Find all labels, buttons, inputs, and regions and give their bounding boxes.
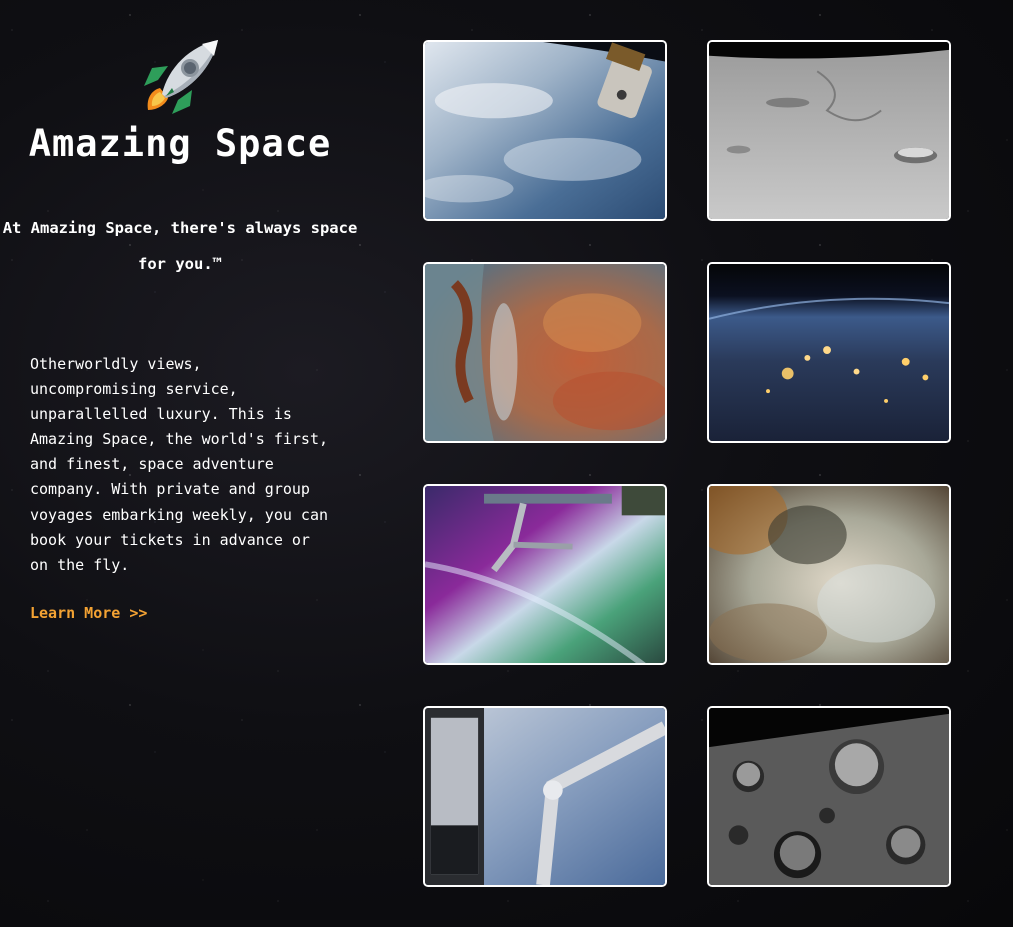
learn-more-link[interactable]: Learn More >> [30, 604, 147, 622]
intro-panel: Amazing Space At Amazing Space, there's … [0, 0, 360, 927]
gallery-image-hubble-telescope[interactable] [423, 706, 667, 887]
gallery-image-orange-nebula[interactable] [423, 262, 667, 443]
gallery-image-earth-station[interactable] [423, 40, 667, 221]
gallery-image-lunar-surface[interactable] [707, 40, 951, 221]
gallery-image-aurora-arm[interactable] [423, 484, 667, 665]
gallery-image-cratered-moon[interactable] [707, 706, 951, 887]
gallery-image-colorful-nebula[interactable] [707, 484, 951, 665]
photo-gallery [423, 40, 951, 887]
gallery-image-earth-night[interactable] [707, 262, 951, 443]
tagline: At Amazing Space, there's always space f… [2, 219, 358, 273]
company-description: Otherworldly views, uncompromising servi… [30, 355, 329, 574]
site-title: Amazing Space [28, 122, 332, 165]
rocket-icon [138, 38, 222, 120]
